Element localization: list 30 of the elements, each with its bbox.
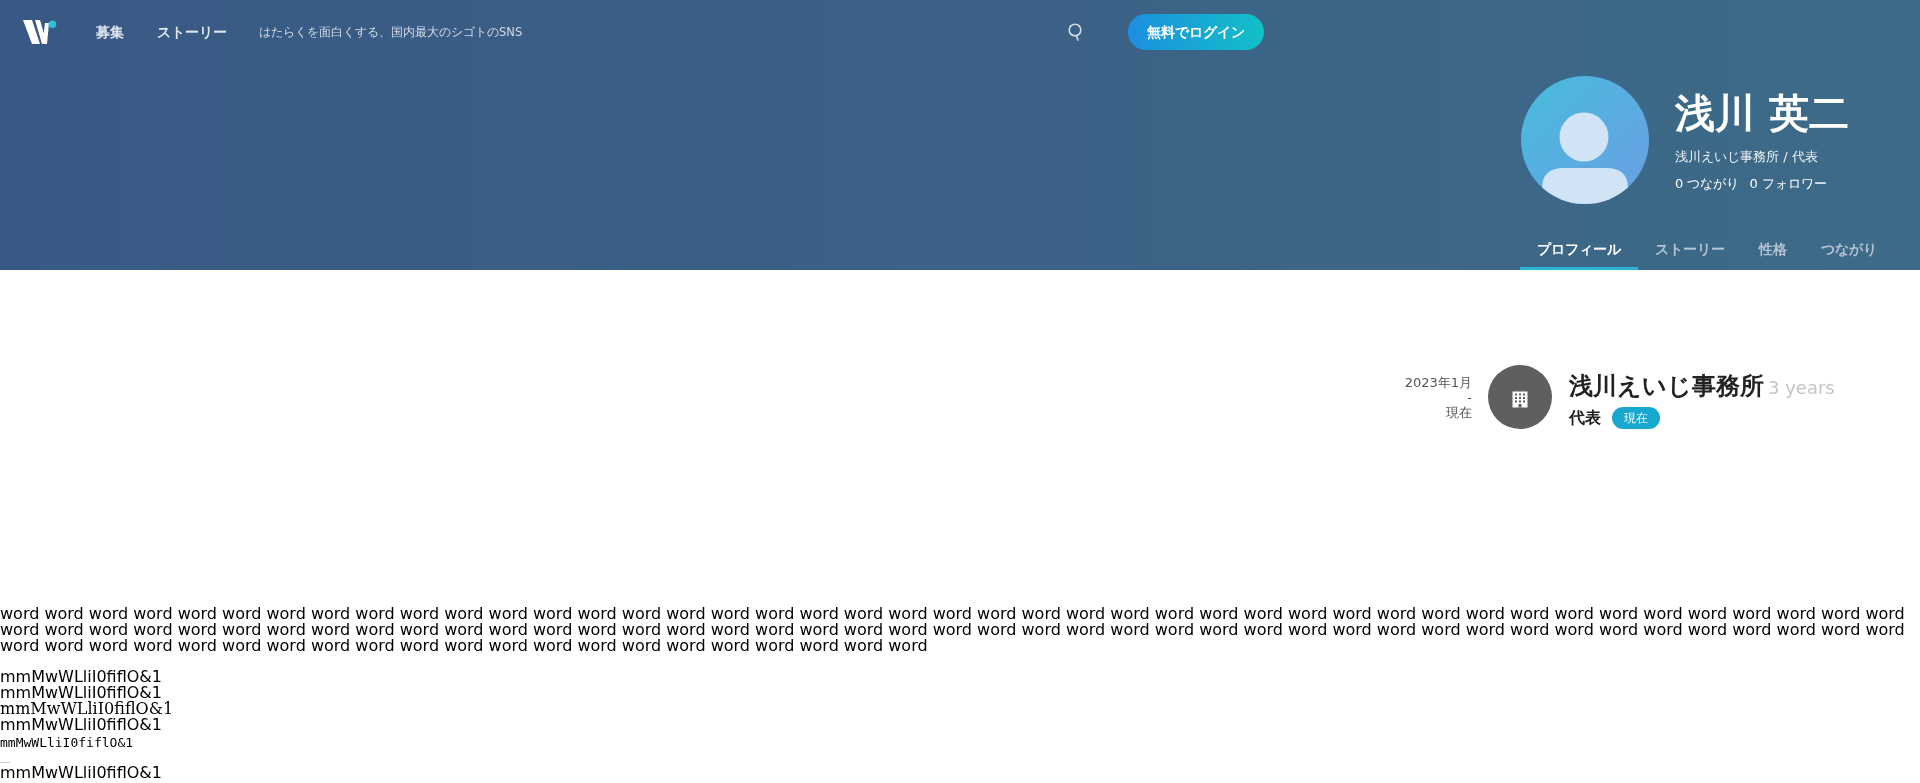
font-sample-text: mmMwWLliI0fiflO&1 <box>0 734 134 752</box>
start-date: 2023年1月 <box>1404 375 1472 390</box>
filler-paragraph: word word word word word word word word word word word word word word word word word word word word word word word word word word word word word word word word word word word word word word word word word word word word word word word word word word word word word word word word word word word word word word word word word word word word word word word word word word word word word word word word word word word word word word word word word word word word word word word word word word word word word word word word word word word <box>0 606 1906 654</box>
profile-tab[interactable]: ストーリー <box>1638 224 1742 270</box>
building-icon <box>1488 365 1552 429</box>
avatar-icon <box>1521 76 1649 204</box>
font-sample-text: mmMwWLliI0fiflO&1 <box>0 701 174 717</box>
font-sample-text: mmMwWLliI0fiflO&1 <box>0 685 162 701</box>
profile-name: 浅川 英二 <box>1675 89 1849 137</box>
company-name: 浅川えいじ事務所 <box>1569 371 1764 402</box>
profile-tab[interactable]: つながり <box>1804 224 1894 270</box>
profile-tab[interactable]: 性格 <box>1742 224 1804 270</box>
nav-link[interactable]: ストーリー <box>157 22 227 42</box>
profile-stat: 0 フォロワー <box>1749 175 1827 193</box>
role-title: 代表 <box>1569 407 1601 429</box>
profile-tab[interactable]: プロフィール <box>1520 224 1638 270</box>
nav-link[interactable]: 募集 <box>96 22 124 42</box>
date-separator: - <box>1467 390 1472 405</box>
end-date: 現在 <box>1446 405 1472 420</box>
login-button[interactable]: 無料でログイン <box>1128 14 1264 50</box>
profile-headline: 浅川えいじ事務所 / 代表 <box>1675 148 1819 166</box>
duration-text: 3 years <box>1768 376 1835 400</box>
font-sample-text: mmMwWLliI0fiflO&1 <box>0 669 162 685</box>
font-sample-text: mmMwWLliI0fiflO&1 <box>0 717 162 733</box>
search-icon[interactable] <box>1068 23 1084 41</box>
logo-icon[interactable] <box>23 20 57 44</box>
profile-stat: 0 つながり <box>1675 175 1740 193</box>
font-sample-text: mmMwWLliI0fiflO&1 <box>0 765 162 781</box>
current-badge: 現在 <box>1612 407 1660 429</box>
tagline-text: はたらくを面白くする、国内最大のシゴトのSNS <box>259 24 523 40</box>
